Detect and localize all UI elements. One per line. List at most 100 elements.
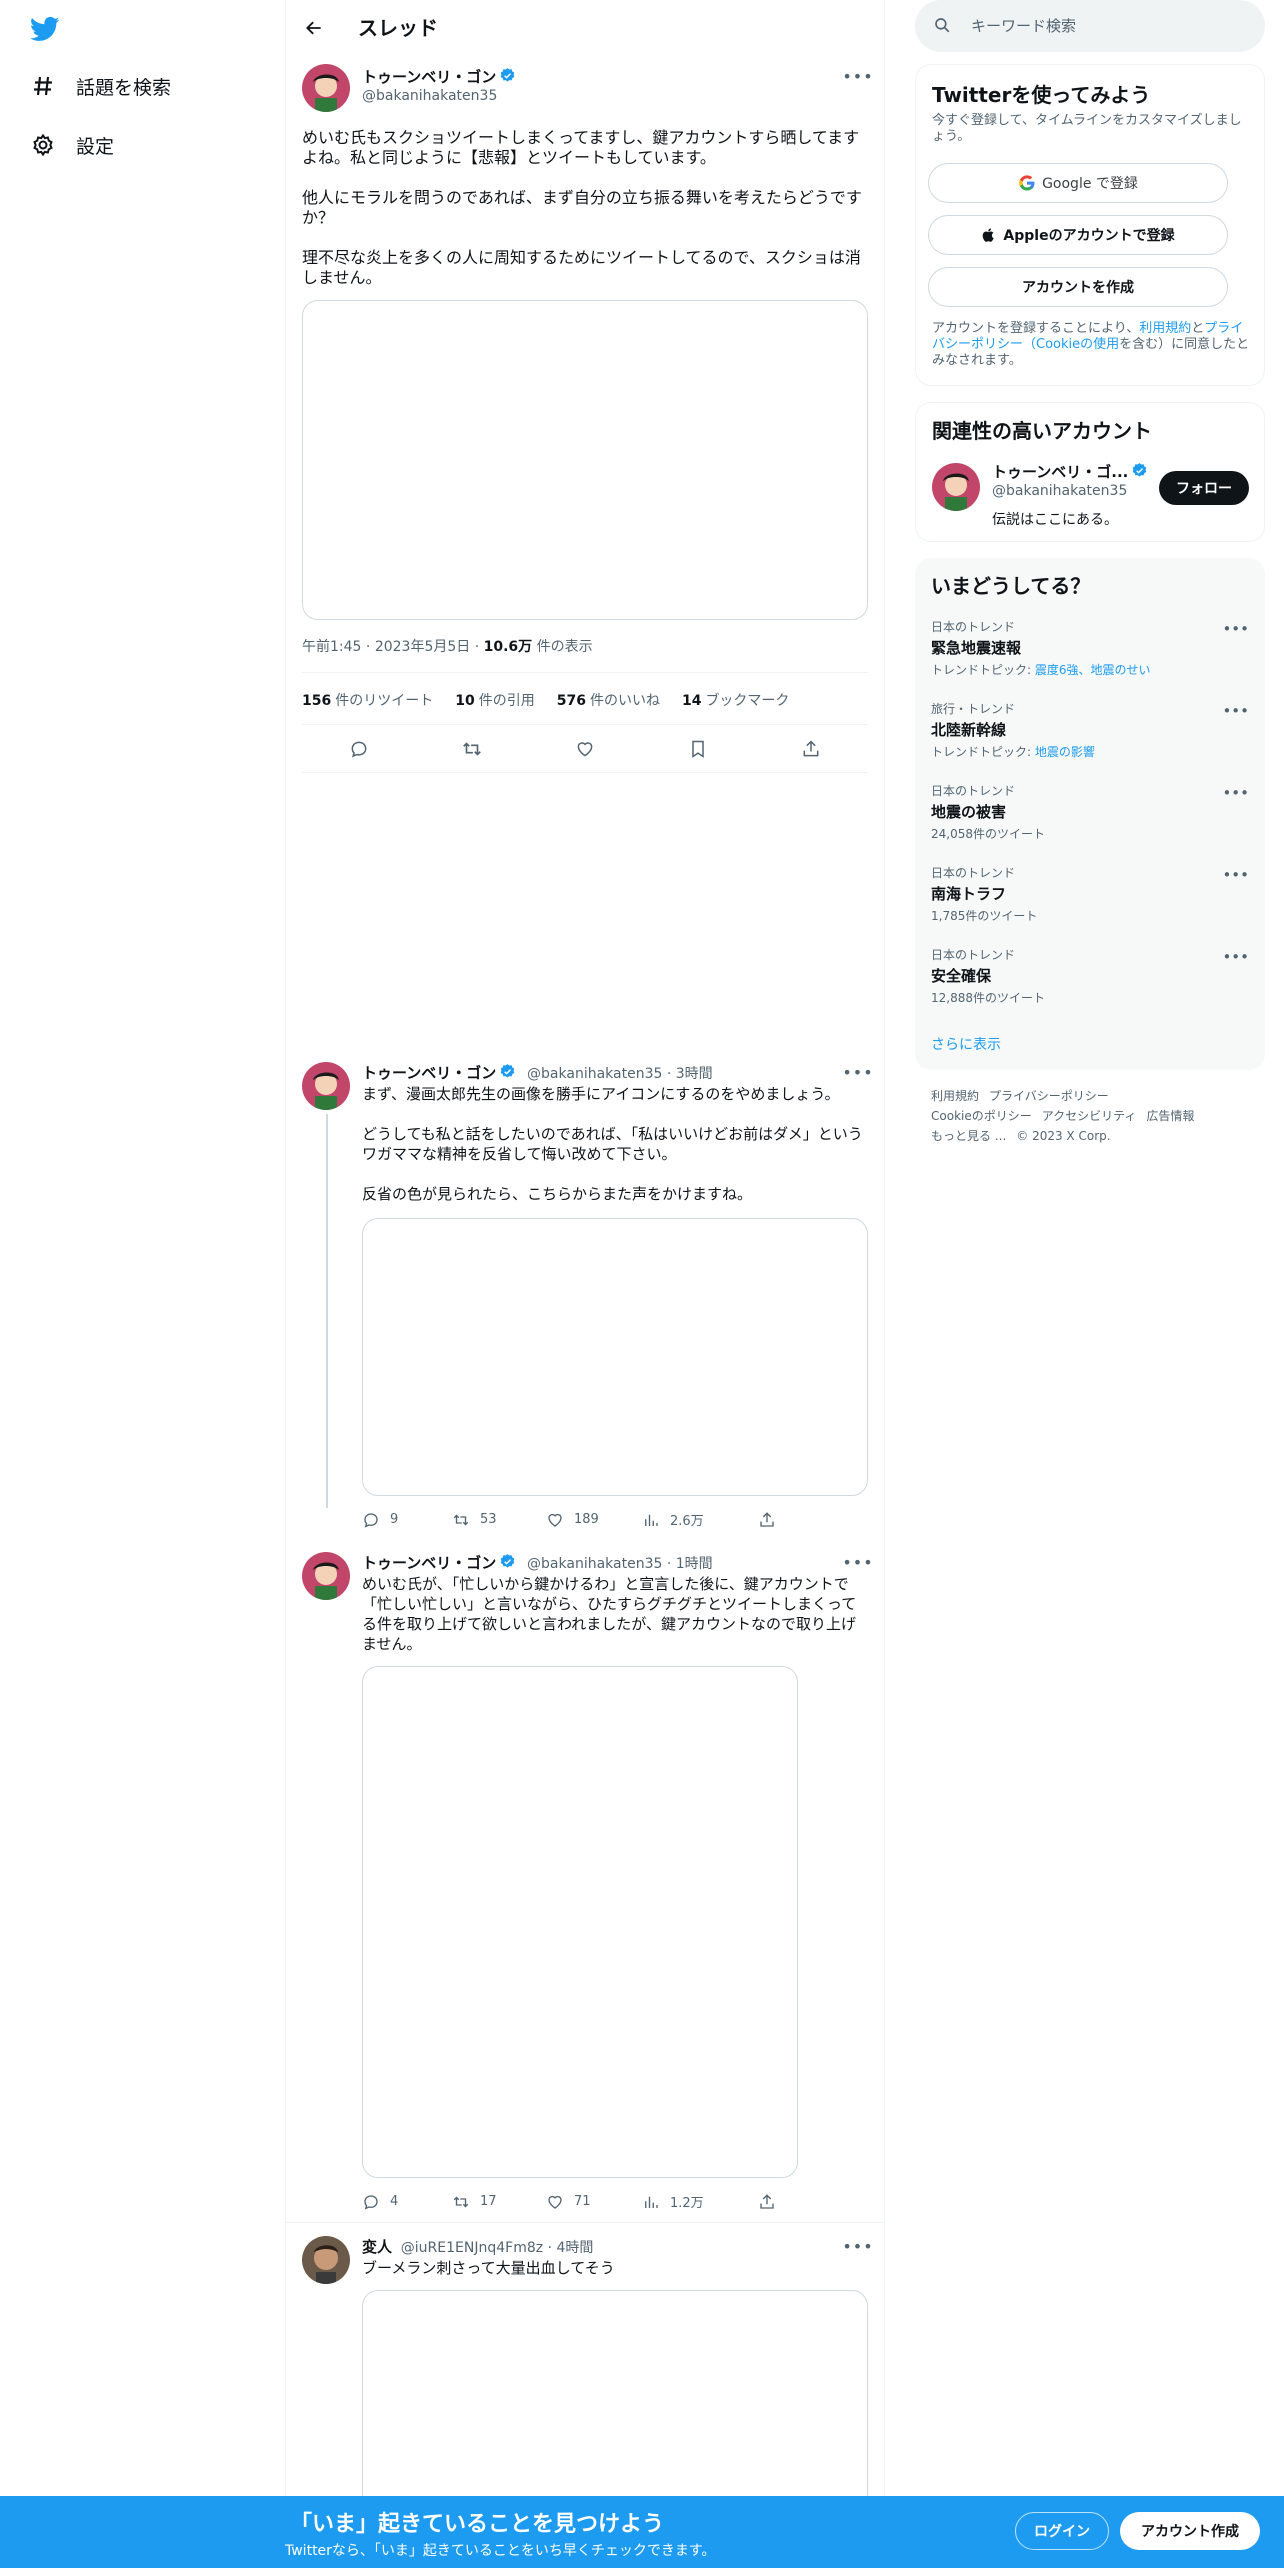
trend-item[interactable]: 日本のトレンド 南海トラフ 1,785件のツイート ••• [931,864,1249,924]
related-account-bio: 伝説はここにある。 [992,512,1118,528]
author-handle[interactable]: @bakanihakaten35 [527,1066,662,1082]
more-icon[interactable]: ••• [1222,702,1249,720]
apple-signup-button[interactable]: Appleのアカウントで登録 [928,215,1228,255]
more-icon[interactable]: ••• [842,1062,872,1082]
twitter-logo-icon[interactable] [28,14,62,44]
divider [302,772,868,773]
retweet-icon[interactable] [461,738,483,760]
quotes-stat[interactable]: 10 件の引用 [455,690,534,710]
author-handle[interactable]: @bakanihakaten35 [527,1556,662,1572]
footer-privacy[interactable]: プライバシーポリシー [989,1089,1109,1103]
tweet-meta: 午前1:45 · 2023年5月5日 · 10.6万 件の表示 [302,639,593,655]
retweet-action[interactable]: 53 [452,1511,546,1529]
retweets-stat[interactable]: 156 件のリツイート [302,690,433,710]
like-action[interactable]: 189 [546,1511,642,1529]
like-action[interactable]: 71 [546,2193,642,2211]
trends-title: いまどうしてる？ [931,574,1091,598]
terms-link[interactable]: 利用規約 [1139,321,1191,336]
more-icon[interactable]: ••• [1222,620,1249,638]
trend-topic-link[interactable]: 地震の影響 [1035,745,1095,759]
create-account-button[interactable]: アカウントを作成 [928,267,1228,307]
views-icon [645,1514,658,1526]
avatar[interactable] [302,2236,350,2284]
author-handle[interactable]: @bakanihakaten35 [362,88,497,104]
reply-icon[interactable] [348,738,370,760]
footer-terms[interactable]: 利用規約 [931,1089,979,1103]
more-icon[interactable]: ••• [842,2236,872,2256]
trend-item[interactable]: 日本のトレンド 安全確保 12,888件のツイート ••• [931,946,1249,1006]
more-icon[interactable]: ••• [1222,784,1249,802]
avatar[interactable] [302,1062,350,1110]
more-icon[interactable]: ••• [1222,948,1249,966]
reply-icon [364,1512,378,1528]
reply-header: 変人 @iuRE1ENJnq4Fm8z · 4時間 [362,2238,594,2256]
tweet-paragraph: 理不尽な炎上を多くの人に周知するためにツイートしてるので、スクショは消しません。 [302,248,861,287]
more-icon[interactable]: ••• [842,1552,872,1572]
back-arrow-icon[interactable] [300,14,328,42]
tweet-date[interactable]: 2023年5月5日 [375,639,470,655]
footer-cookie[interactable]: Cookieのポリシー [931,1109,1032,1123]
main-tweet-author: トゥーンベリ・ゴン [362,66,516,88]
tweet-stats: 156 件のリツイート 10 件の引用 576 件のいいね 14 ブックマーク [302,690,789,710]
tweet-text: めいむ氏が、「忙しいから鍵かけるわ」と宣言した後に、鍵アカウントで「忙しい忙しい… [362,1575,857,1653]
reply-action[interactable]: 9 [362,1511,452,1529]
avatar[interactable] [932,463,980,511]
more-icon[interactable]: ••• [1222,866,1249,884]
author-handle[interactable]: @iuRE1ENJnq4Fm8z [401,2240,543,2256]
views-action[interactable]: 2.6万 [642,1510,758,1529]
author-name[interactable]: 変人 [362,2238,392,2256]
reply-time[interactable]: 3時間 [676,1066,713,1082]
reply-actions: 4 17 71 1.2万 [362,2192,776,2211]
share-icon[interactable] [800,738,822,760]
tweet-media[interactable] [362,1218,868,1496]
follow-button[interactable]: フォロー [1159,471,1249,505]
thread-header: スレッド [286,0,884,54]
google-icon [1018,174,1036,192]
reply-action[interactable]: 4 [362,2193,452,2211]
likes-stat[interactable]: 576 件のいいね [557,690,660,710]
related-account-handle[interactable]: @bakanihakaten35 [992,483,1127,499]
author-name[interactable]: トゥーンベリ・ゴン [362,1554,496,1572]
bookmark-icon[interactable] [687,738,709,760]
tweet-media[interactable] [362,1666,798,2178]
trend-item[interactable]: 日本のトレンド 緊急地震速報 トレンドトピック: 震度6強、地震のせい ••• [931,618,1249,678]
retweet-action[interactable]: 17 [452,2193,546,2211]
author-name[interactable]: トゥーンベリ・ゴン [362,68,496,86]
footer-more[interactable]: もっと見る ... [931,1129,1006,1143]
avatar[interactable] [302,1552,350,1600]
tweet-media[interactable] [302,300,868,620]
signup-button[interactable]: アカウント作成 [1120,2512,1260,2550]
like-icon [548,1513,562,1527]
show-more-link[interactable]: さらに表示 [931,1034,1001,1054]
footer-ads[interactable]: 広告情報 [1146,1109,1194,1123]
bookmarks-stat[interactable]: 14 ブックマーク [682,690,789,710]
tweet-time[interactable]: 午前1:45 [302,639,361,655]
signup-banner: 「いま」起きていることを見つけよう Twitterなら、「いま」起きていることを… [0,2496,1284,2568]
banner-subtitle: Twitterなら、「いま」起きていることをいち早くチェックできます。 [285,2543,716,2559]
tweet-paragraph: まず、漫画太郎先生の画像を勝手にアイコンにするのをやめましょう。 [362,1085,840,1103]
reply-time[interactable]: 1時間 [676,1556,713,1572]
views-action[interactable]: 1.2万 [642,2192,758,2211]
trend-item[interactable]: 日本のトレンド 地震の被害 24,058件のツイート ••• [931,782,1249,842]
more-icon[interactable]: ••• [842,66,872,86]
divider [302,724,868,725]
author-name[interactable]: トゥーンベリ・ゴン [362,1064,496,1082]
like-icon[interactable] [574,738,596,760]
nav-settings-label: 設定 [76,135,115,158]
trend-topic-link[interactable]: 震度6強、地震のせい [1035,663,1151,677]
verified-icon [499,1553,516,1574]
nav-explore[interactable]: 話題を検索 [28,66,171,106]
trend-item[interactable]: 旅行・トレンド 北陸新幹線 トレンドトピック: 地震の影響 ••• [931,700,1249,760]
reply-time[interactable]: 4時間 [556,2240,593,2256]
search-box[interactable] [915,0,1265,52]
nav-settings[interactable]: 設定 [28,125,114,165]
search-input[interactable] [971,14,1241,38]
reply-icon [364,2194,378,2210]
thread-line [326,1114,328,1508]
share-icon[interactable] [758,1511,776,1529]
avatar[interactable] [302,64,350,112]
login-button[interactable]: ログイン [1015,2512,1109,2550]
google-signup-button[interactable]: Google で登録 [928,163,1228,203]
footer-accessibility[interactable]: アクセシビリティ [1042,1109,1137,1123]
share-icon[interactable] [758,2193,776,2211]
